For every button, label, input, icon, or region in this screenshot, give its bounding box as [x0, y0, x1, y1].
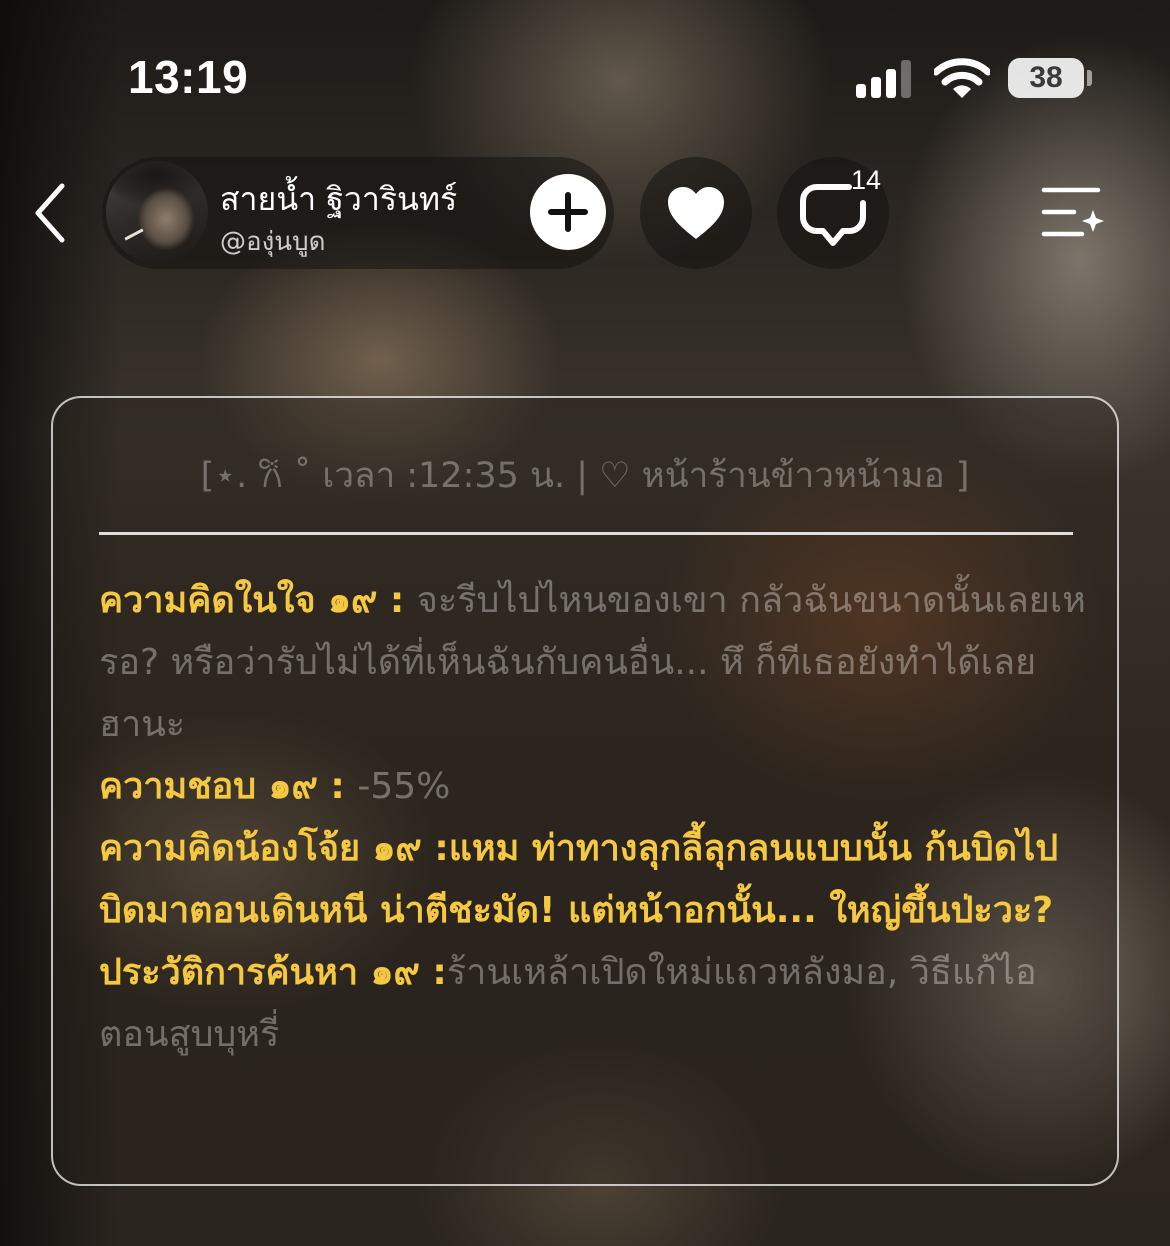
nong-joy-thought-row: ความคิดน้องโจ้ย ๑๙ :แหม ท่าทางลุกลี้ลุกล… — [99, 818, 1089, 942]
plus-icon — [548, 192, 588, 232]
signal-icon — [856, 60, 914, 98]
affection-value: -55% — [357, 766, 451, 807]
divider — [99, 532, 1073, 535]
profile-pill[interactable]: สายน้ำ ฐิวารินทร์ @องุ่นบูด — [102, 157, 614, 269]
profile-name: สายน้ำ ฐิวารินทร์ — [220, 180, 458, 218]
battery-icon: 38 — [1008, 58, 1084, 98]
affection-row: ความชอบ ๑๙ : -55% — [99, 756, 1089, 818]
nong-joy-thought-label: ความคิดน้องโจ้ย ๑๙ : — [99, 828, 449, 869]
search-history-label: ประวัติการค้นหา ๑๙ : — [99, 952, 447, 993]
battery-tip — [1087, 70, 1092, 86]
card-body: ความคิดในใจ ๑๙ : จะรีบไปไหนของเขา กลัวฉั… — [99, 570, 1089, 1066]
comment-count: 14 — [851, 165, 882, 195]
menu-sparkle-icon[interactable] — [1040, 184, 1106, 240]
status-card: [⋆. 𐙚 ˚ เวลา :12:35 น. | ♡ หน้าร้านข้าวห… — [51, 396, 1119, 1186]
inner-thought-label: ความคิดในใจ ๑๙ : — [99, 580, 417, 621]
follow-button[interactable] — [530, 174, 606, 250]
comment-button[interactable]: 14 — [777, 157, 889, 269]
avatar[interactable] — [106, 161, 208, 263]
heart-icon — [668, 187, 724, 239]
inner-thought-row: ความคิดในใจ ๑๙ : จะรีบไปไหนของเขา กลัวฉั… — [99, 570, 1089, 756]
card-header: [⋆. 𐙚 ˚ เวลา :12:35 น. | ♡ หน้าร้านข้าวห… — [200, 456, 970, 496]
wifi-icon — [934, 58, 990, 98]
profile-handle: @องุ่นบูด — [220, 227, 326, 257]
status-time: 13:19 — [128, 51, 249, 103]
affection-label: ความชอบ ๑๙ : — [99, 766, 358, 807]
search-history-row: ประวัติการค้นหา ๑๙ :ร้านเหล้าเปิดใหม่แถว… — [99, 942, 1089, 1066]
back-chevron-icon[interactable] — [28, 182, 76, 244]
like-button[interactable] — [640, 157, 752, 269]
